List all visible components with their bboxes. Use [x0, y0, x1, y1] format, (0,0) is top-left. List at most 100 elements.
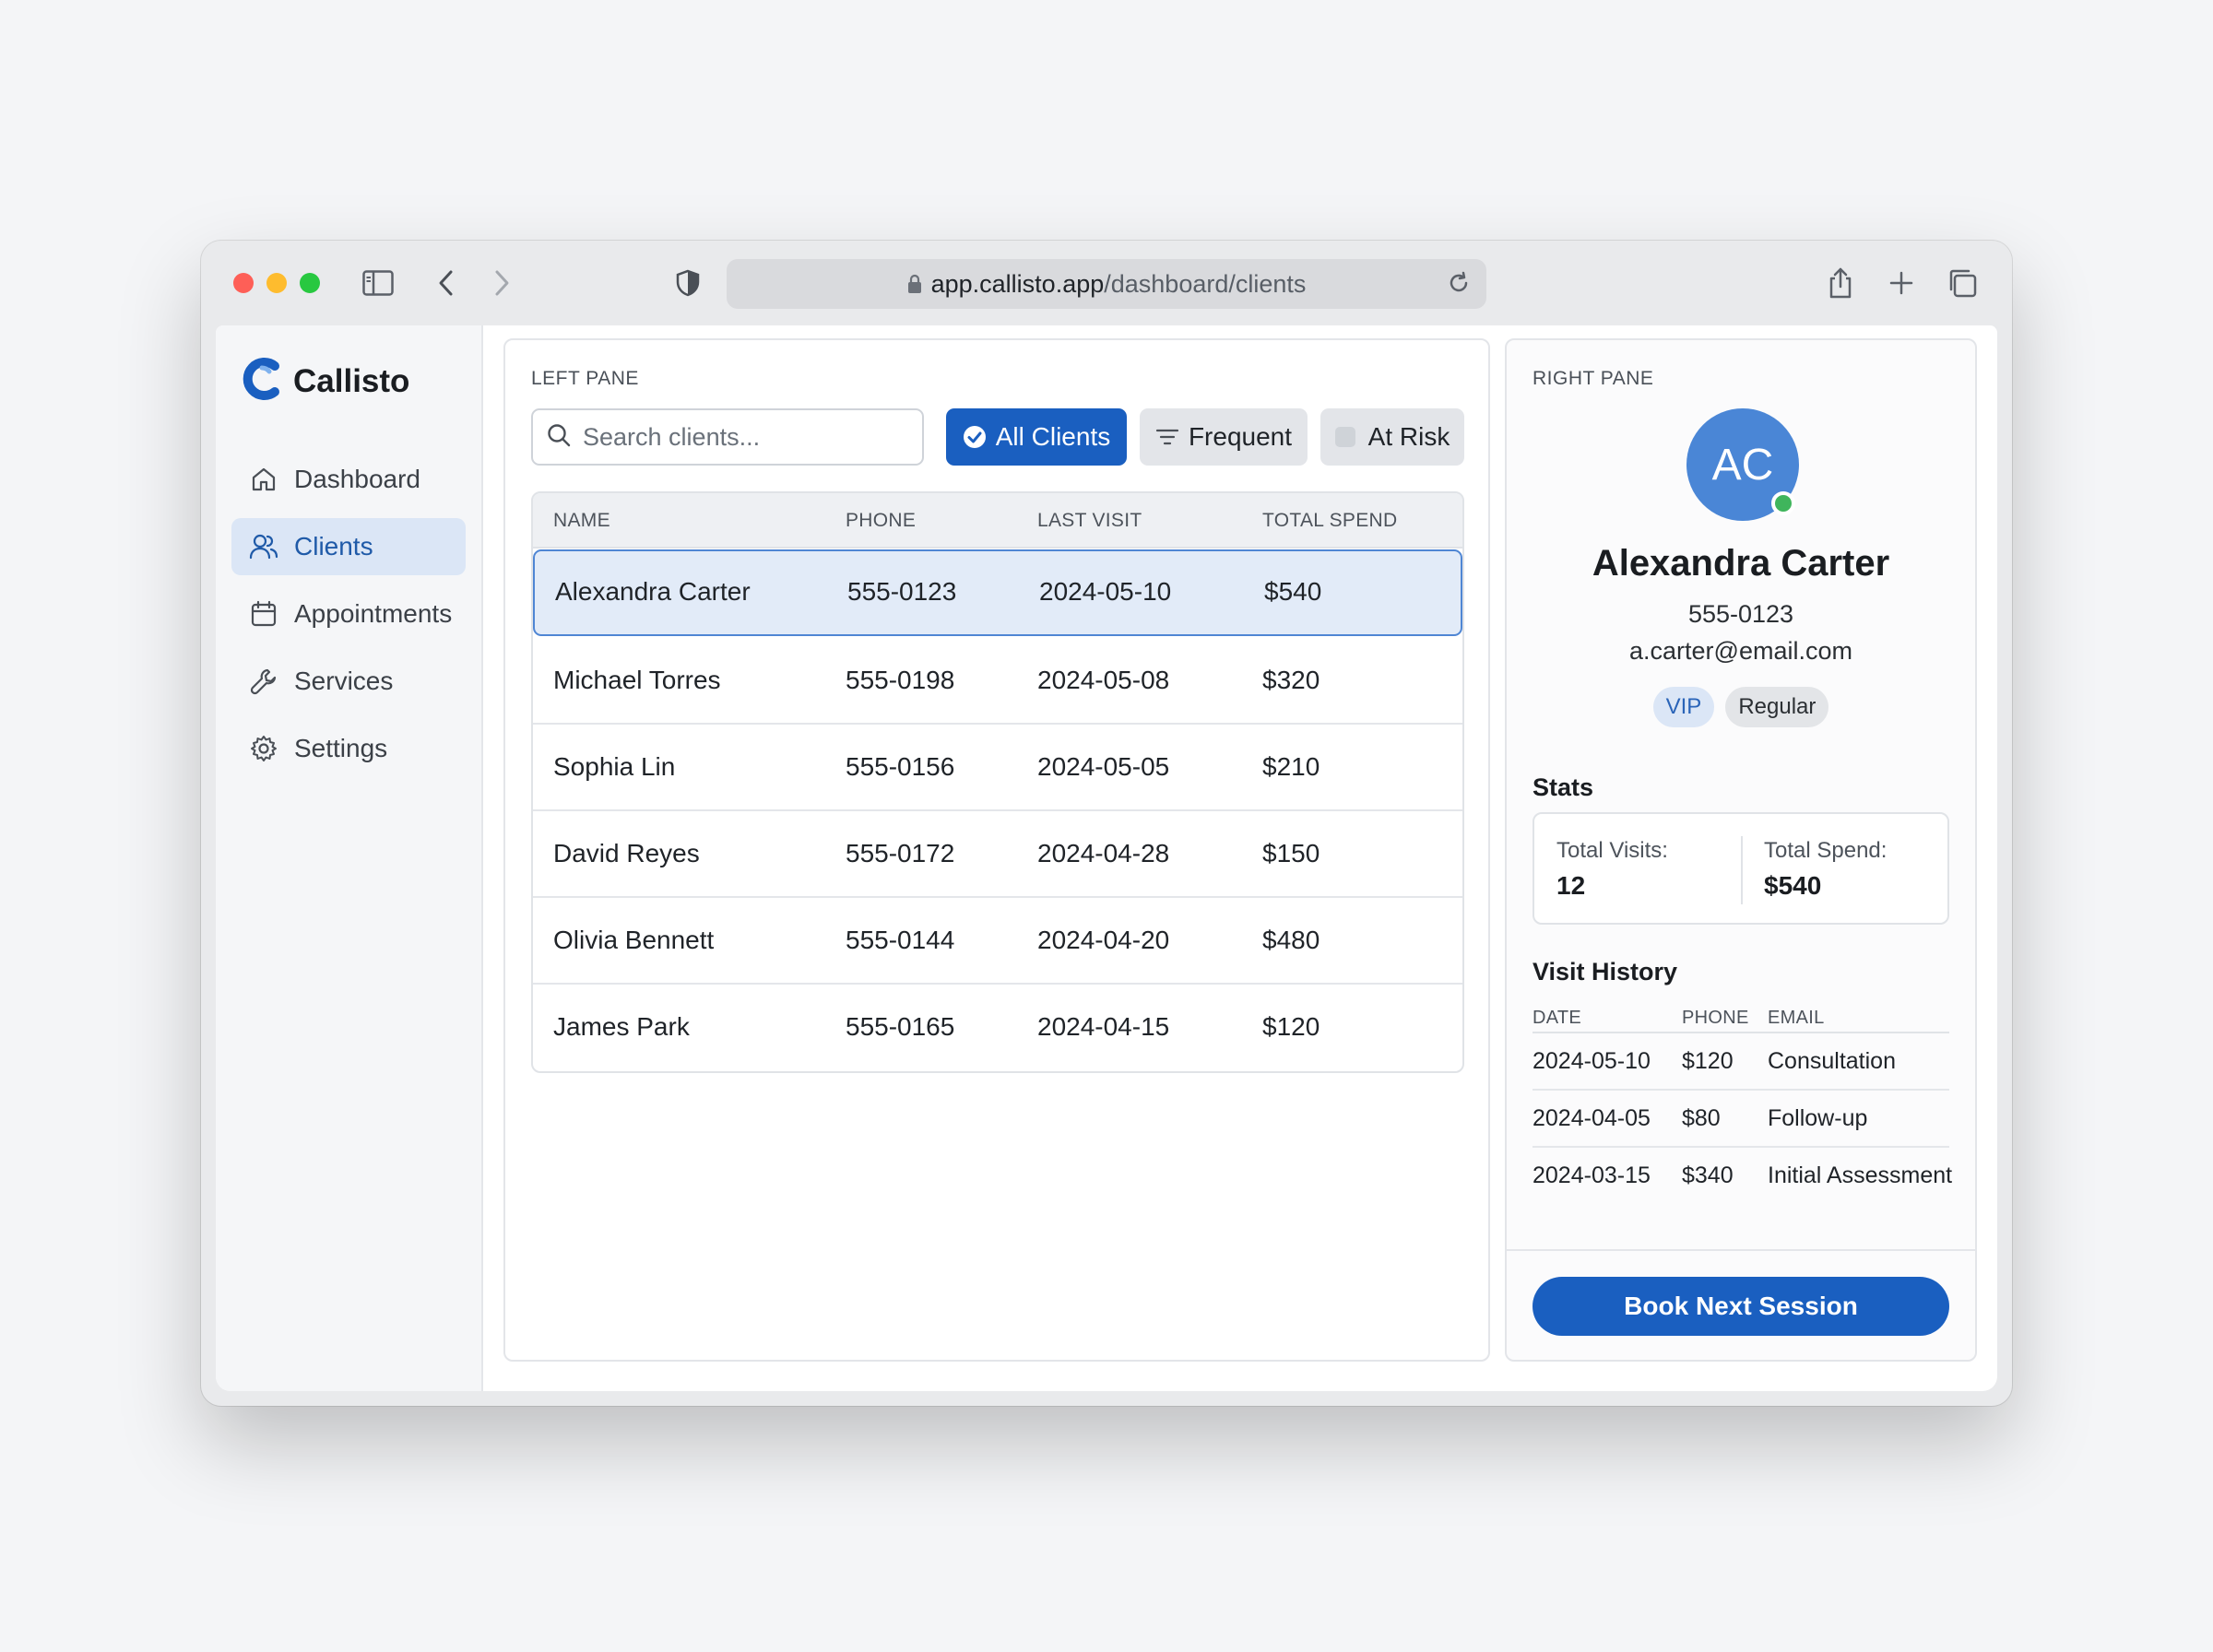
client-last-visit-cell: 2024-04-20 — [1037, 926, 1170, 954]
table-row[interactable]: David Reyes 555-0172 2024-04-28 $150 — [533, 811, 1462, 898]
client-tags: VIP Regular — [1507, 687, 1975, 727]
table-row[interactable]: Olivia Bennett 555-0144 2024-04-20 $480 — [533, 898, 1462, 985]
table-row[interactable]: Sophia Lin 555-0156 2024-05-05 $210 — [533, 725, 1462, 811]
client-name-cell: Olivia Bennett — [553, 926, 715, 954]
client-spend-cell: $120 — [1262, 1012, 1320, 1041]
brand[interactable]: Callisto — [242, 357, 409, 406]
search-icon — [546, 422, 572, 453]
forward-icon[interactable] — [483, 265, 520, 301]
client-list-pane: LEFT PANE All Clients Frequent — [503, 338, 1490, 1362]
history-column-date: DATE — [1533, 1008, 1582, 1028]
history-service: Consultation — [1768, 1048, 1896, 1074]
sidebar-item-services[interactable]: Services — [231, 653, 466, 710]
table-row[interactable]: Michael Torres 555-0198 2024-05-08 $320 — [533, 638, 1462, 725]
sidebar-item-label: Clients — [294, 532, 373, 560]
search-input[interactable] — [583, 422, 915, 452]
history-amount: $340 — [1682, 1162, 1734, 1188]
client-last-visit-cell: 2024-05-10 — [1039, 577, 1172, 606]
users-icon — [248, 531, 279, 562]
table-row[interactable]: Alexandra Carter 555-0123 2024-05-10 $54… — [533, 549, 1462, 636]
sidebar-item-label: Appointments — [294, 599, 453, 628]
zoom-window-button[interactable] — [300, 273, 320, 293]
online-status-indicator — [1771, 491, 1795, 515]
home-icon — [248, 464, 279, 495]
column-header-last-visit[interactable]: LAST VISIT — [1037, 510, 1142, 532]
browser-toolbar: app.callisto.app/dashboard/clients — [201, 241, 2012, 325]
history-column-email: EMAIL — [1768, 1008, 1825, 1028]
sidebar-toggle-icon[interactable] — [360, 265, 396, 301]
back-icon[interactable] — [428, 265, 465, 301]
client-last-visit-cell: 2024-04-28 — [1037, 839, 1170, 867]
client-name-cell: James Park — [553, 1012, 690, 1041]
wrench-icon — [248, 666, 279, 697]
history-date: 2024-05-10 — [1533, 1048, 1651, 1074]
browser-window: app.callisto.app/dashboard/clients Calli… — [201, 241, 2012, 1406]
column-header-total-spend[interactable]: TOTAL SPEND — [1262, 510, 1397, 532]
book-next-session-button[interactable]: Book Next Session — [1533, 1277, 1949, 1336]
column-header-phone[interactable]: PHONE — [846, 510, 916, 532]
tag-regular: Regular — [1725, 687, 1829, 727]
lock-icon — [907, 274, 922, 294]
history-column-phone: PHONE — [1682, 1008, 1749, 1028]
column-header-name[interactable]: NAME — [553, 510, 610, 532]
avatar-initials: AC — [1711, 440, 1774, 490]
search-box[interactable] — [531, 408, 924, 466]
total-visits-value: 12 — [1556, 871, 1586, 900]
history-amount: $120 — [1682, 1048, 1734, 1074]
client-name-cell: Alexandra Carter — [555, 577, 751, 606]
footer-divider — [1507, 1249, 1975, 1251]
client-phone-cell: 555-0144 — [846, 926, 955, 954]
client-phone-cell: 555-0156 — [846, 752, 955, 781]
client-last-visit-cell: 2024-04-15 — [1037, 1012, 1170, 1041]
history-service: Follow-up — [1768, 1105, 1868, 1131]
address-bar[interactable]: app.callisto.app/dashboard/clients — [727, 259, 1486, 309]
filter-label: At Risk — [1367, 422, 1450, 451]
total-spend-label: Total Spend: — [1764, 838, 1888, 863]
total-spend-value: $540 — [1764, 871, 1822, 900]
total-visits-label: Total Visits: — [1556, 838, 1668, 863]
sidebar: Callisto Dashboard Clients Appointments … — [216, 325, 483, 1391]
minimize-window-button[interactable] — [266, 273, 287, 293]
filter-icon — [1155, 428, 1179, 446]
privacy-shield-icon[interactable] — [669, 265, 706, 301]
client-phone-cell: 555-0198 — [846, 666, 955, 694]
clients-table: NAME PHONE LAST VISIT TOTAL SPEND Alexan… — [531, 491, 1464, 1073]
callisto-logo-icon — [242, 357, 282, 406]
stats-divider — [1741, 836, 1743, 904]
filter-at-risk[interactable]: At Risk — [1320, 408, 1464, 466]
gear-icon — [248, 733, 279, 764]
client-detail-pane: RIGHT PANE AC Alexandra Carter 555-0123 … — [1505, 338, 1977, 1362]
history-date: 2024-04-05 — [1533, 1105, 1651, 1131]
checkbox-icon — [1334, 427, 1355, 447]
new-tab-icon[interactable] — [1883, 265, 1920, 301]
table-row[interactable]: James Park 555-0165 2024-04-15 $120 — [533, 985, 1462, 1071]
sidebar-item-clients[interactable]: Clients — [231, 518, 466, 575]
filter-label: Frequent — [1188, 422, 1293, 451]
history-service: Initial Assessment — [1768, 1162, 1953, 1188]
tag-vip: VIP — [1652, 687, 1715, 727]
history-date: 2024-03-15 — [1533, 1162, 1651, 1188]
sidebar-item-dashboard[interactable]: Dashboard — [231, 451, 466, 508]
client-spend-cell: $480 — [1262, 926, 1320, 954]
client-phone-cell: 555-0165 — [846, 1012, 955, 1041]
client-email: a.carter@email.com — [1629, 637, 1852, 665]
client-name-cell: Michael Torres — [553, 666, 721, 694]
client-name-cell: Sophia Lin — [553, 752, 676, 781]
filter-all-clients[interactable]: All Clients — [946, 408, 1127, 466]
client-spend-cell: $320 — [1262, 666, 1320, 694]
client-phone: 555-0123 — [1687, 600, 1794, 628]
stats-card: Total Visits: 12 Total Spend: $540 — [1533, 812, 1949, 925]
filter-frequent[interactable]: Frequent — [1140, 408, 1308, 466]
app-content: Callisto Dashboard Clients Appointments … — [216, 325, 1997, 1391]
sidebar-item-appointments[interactable]: Appointments — [231, 585, 466, 643]
sidebar-item-settings[interactable]: Settings — [231, 720, 466, 777]
client-name: Alexandra Carter — [1592, 543, 1890, 584]
reload-icon[interactable] — [1446, 270, 1472, 296]
url-host: app.callisto.app — [930, 269, 1105, 298]
share-icon[interactable] — [1822, 265, 1859, 301]
close-window-button[interactable] — [233, 273, 254, 293]
visit-history-header: DATE PHONE EMAIL — [1533, 1008, 1949, 1033]
tab-overview-icon[interactable] — [1944, 265, 1981, 301]
history-amount: $80 — [1682, 1105, 1721, 1131]
filter-label: All Clients — [995, 422, 1111, 451]
